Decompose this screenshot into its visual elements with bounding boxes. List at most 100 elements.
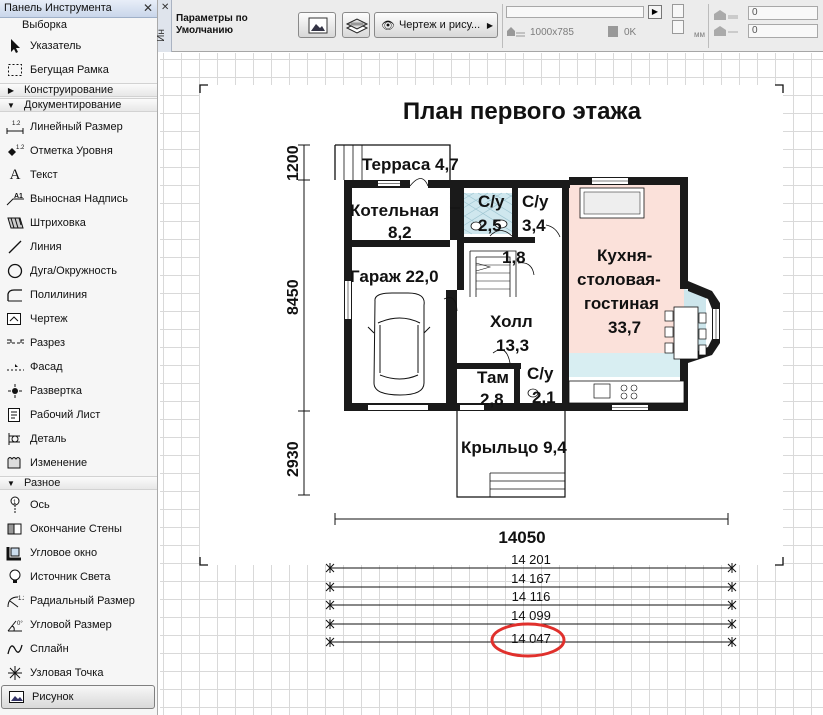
figure-name-field[interactable] [506,6,644,18]
tool-label: Линия [30,241,62,253]
tool-radial-dimension[interactable]: 1.2 Радиальный Размер [0,589,157,613]
drawing-canvas[interactable]: План первого этажа Терраса 4,7 Котельная… [160,53,823,715]
tool-worksheet[interactable]: Рабочий Лист [0,403,157,427]
tool-label: Рисунок [32,691,74,703]
tool-text[interactable]: A Текст [0,163,157,187]
tool-figure[interactable]: Рисунок [1,685,155,709]
tool-label: Отметка Уровня [30,145,113,157]
toolbox-title-bar: Панель Инструмента ✕ [0,0,157,18]
file-size-icon [608,26,618,37]
kitchen-sink [593,383,611,399]
svg-text:1.2: 1.2 [12,121,21,127]
room-garage: Гараж 22,0 [350,267,439,286]
room-boiler: Котельная [350,201,439,220]
section-label: Конструирование [24,84,114,96]
view-dropdown[interactable]: 👁 Чертеж и рису... ▶ [374,12,498,38]
default-settings-label[interactable]: Параметры по Умолчанию [176,13,248,37]
drawing-icon [6,310,24,328]
tool-arc-circle[interactable]: Дуга/Окружность [0,259,157,283]
size-icon [714,10,738,36]
separator [708,4,709,48]
tool-hotspot[interactable]: Узловая Точка [0,661,157,685]
tool-polyline[interactable]: Полилиния [0,283,157,307]
chevron-right-icon: ▶ [486,20,493,30]
toolbox-title: Панель Инструмента [4,2,112,14]
section-label: Документирование [24,99,122,111]
tool-label: Окончание Стены [30,523,122,535]
tool-grid-axis[interactable]: 1 Ось [0,493,157,517]
room-kitchen-area: 33,7 [608,318,641,337]
label-icon: A1 [6,190,24,208]
section-icon [6,334,24,352]
tool-corner-window[interactable]: Угловое окно [0,541,157,565]
proportion-toggle[interactable] [672,20,684,34]
room-bath3: С/у [527,364,554,383]
section-label: Разное [24,477,61,489]
width-field[interactable]: 0 [748,6,818,20]
tool-detail[interactable]: Деталь [0,427,157,451]
tool-label: Чертеж [30,313,68,325]
tool-label: Деталь [30,433,67,445]
text-icon: A [9,166,21,183]
infobox-close-button[interactable]: ✕ [161,2,169,13]
tool-line[interactable]: Линия [0,235,157,259]
dim-8450: 8450 [285,279,302,315]
figure-settings-button[interactable] [298,12,336,38]
tool-label[interactable]: A1 Выносная Надпись [0,187,157,211]
corner-window-icon [6,544,24,562]
svg-text:0°: 0° [17,621,23,627]
tool-level-dimension[interactable]: 1.2 Отметка Уровня [0,139,157,163]
room-kitchen-3: гостиная [584,294,659,313]
room-terrace: Терраса 4,7 [362,155,459,174]
tool-label: Радиальный Размер [30,595,135,607]
tool-lamp[interactable]: Источник Света [0,565,157,589]
height-field[interactable]: 0 [748,24,818,38]
tool-linear-dimension[interactable]: 1.2 Линейный Размер [0,115,157,139]
layer-button[interactable] [342,12,370,38]
toolbox-close-button[interactable]: ✕ [143,1,153,15]
tool-label: Текст [30,169,58,181]
lamp-icon [6,568,24,586]
tool-label: Фасад [30,361,63,373]
default-settings-line2: Умолчанию [176,25,234,36]
section-construction[interactable]: ▶ Конструирование [0,83,157,97]
svg-text:1.2: 1.2 [16,145,24,151]
tool-fill[interactable]: Штриховка [0,211,157,235]
dimension-chain-labels: 14 201 14 167 14 116 14 099 14 047 [511,552,551,646]
layers-icon [345,18,369,34]
tool-marquee[interactable]: Бегущая Рамка [0,58,157,82]
view-dropdown-value: Чертеж и рису... [398,19,481,31]
tool-drawing[interactable]: Чертеж [0,307,157,331]
pointer-icon [6,37,24,55]
section-misc[interactable]: ▼ Разное [0,476,157,490]
info-box: Параметры по Умолчанию 👁 Чертеж и рису..… [172,0,823,52]
dimension-value: 14 167 [511,571,551,586]
room-kitchen-1: Кухня- [597,246,652,265]
play-icon[interactable]: ▶ [648,5,662,19]
infobox-side-strip: ✕ Ин [156,0,172,52]
svg-text:1.2: 1.2 [18,596,24,602]
room-porch: Крыльцо 9,4 [461,438,567,457]
room-stair-area: 1,8 [502,248,526,267]
tool-label: Источник Света [30,571,111,583]
plan-title: План первого этажа [403,98,642,125]
section-documentation[interactable]: ▼ Документирование [0,98,157,112]
tool-wall-end[interactable]: Окончание Стены [0,517,157,541]
linear-dimension-icon: 1.2 [6,118,24,136]
sofa-cushions [583,191,641,215]
tool-pointer[interactable]: Указатель [0,34,157,58]
tool-section[interactable]: Разрез [0,331,157,355]
lock-toggle[interactable] [672,4,684,18]
tool-spline[interactable]: Сплайн [0,637,157,661]
tool-interior-elevation[interactable]: Развертка [0,379,157,403]
tool-label: Дуга/Окружность [30,265,117,277]
tool-elevation[interactable]: Фасад [0,355,157,379]
tool-label: Развертка [30,385,82,397]
tool-angle-dimension[interactable]: 0° Угловой Размер [0,613,157,637]
dimension-value: 14 099 [511,608,551,623]
dining-table [673,306,699,360]
dim-2930: 2930 [285,441,302,477]
tool-label: Штриховка [30,217,86,229]
unit-label: мм [694,30,705,39]
tool-change[interactable]: Изменение [0,451,157,475]
